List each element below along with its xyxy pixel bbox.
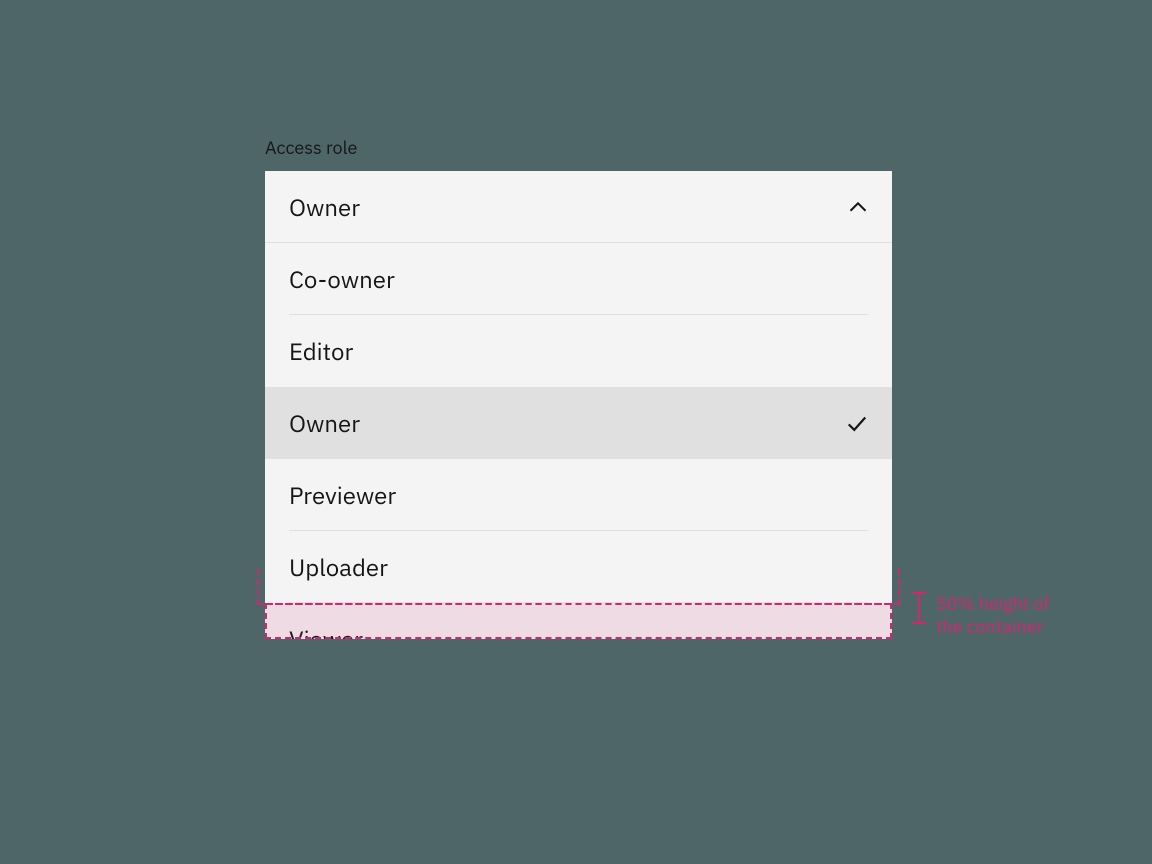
access-role-dropdown: Owner Co-owner Editor Owner (265, 171, 892, 639)
checkmark-icon (846, 412, 868, 434)
dropdown-option-previewer[interactable]: Previewer (265, 459, 892, 531)
dropdown-toggle[interactable]: Owner (265, 171, 892, 243)
field-label: Access role (265, 136, 892, 159)
dropdown-option-label: Uploader (289, 551, 388, 583)
dropdown-option-label: Co-owner (289, 263, 395, 295)
chevron-up-icon (848, 197, 868, 217)
dropdown-option-co-owner[interactable]: Co-owner (265, 243, 892, 315)
dropdown-option-editor[interactable]: Editor (265, 315, 892, 387)
dropdown-option-label: Owner (289, 407, 360, 439)
dropdown-selected-value: Owner (289, 191, 360, 223)
spec-annotation: 50% height of the container (912, 592, 1112, 639)
dropdown-option-uploader[interactable]: Uploader (265, 531, 892, 603)
dropdown-option-label: Viewer (289, 623, 363, 639)
dimension-icon (912, 592, 926, 624)
dropdown-option-label: Previewer (289, 479, 396, 511)
dropdown-menu: Co-owner Editor Owner Previewer (265, 243, 892, 639)
spec-annotation-text: 50% height of the container (936, 592, 1049, 639)
dropdown-option-viewer[interactable]: Viewer (265, 603, 892, 639)
dropdown-option-label: Editor (289, 335, 353, 367)
dropdown-option-owner[interactable]: Owner (265, 387, 892, 459)
